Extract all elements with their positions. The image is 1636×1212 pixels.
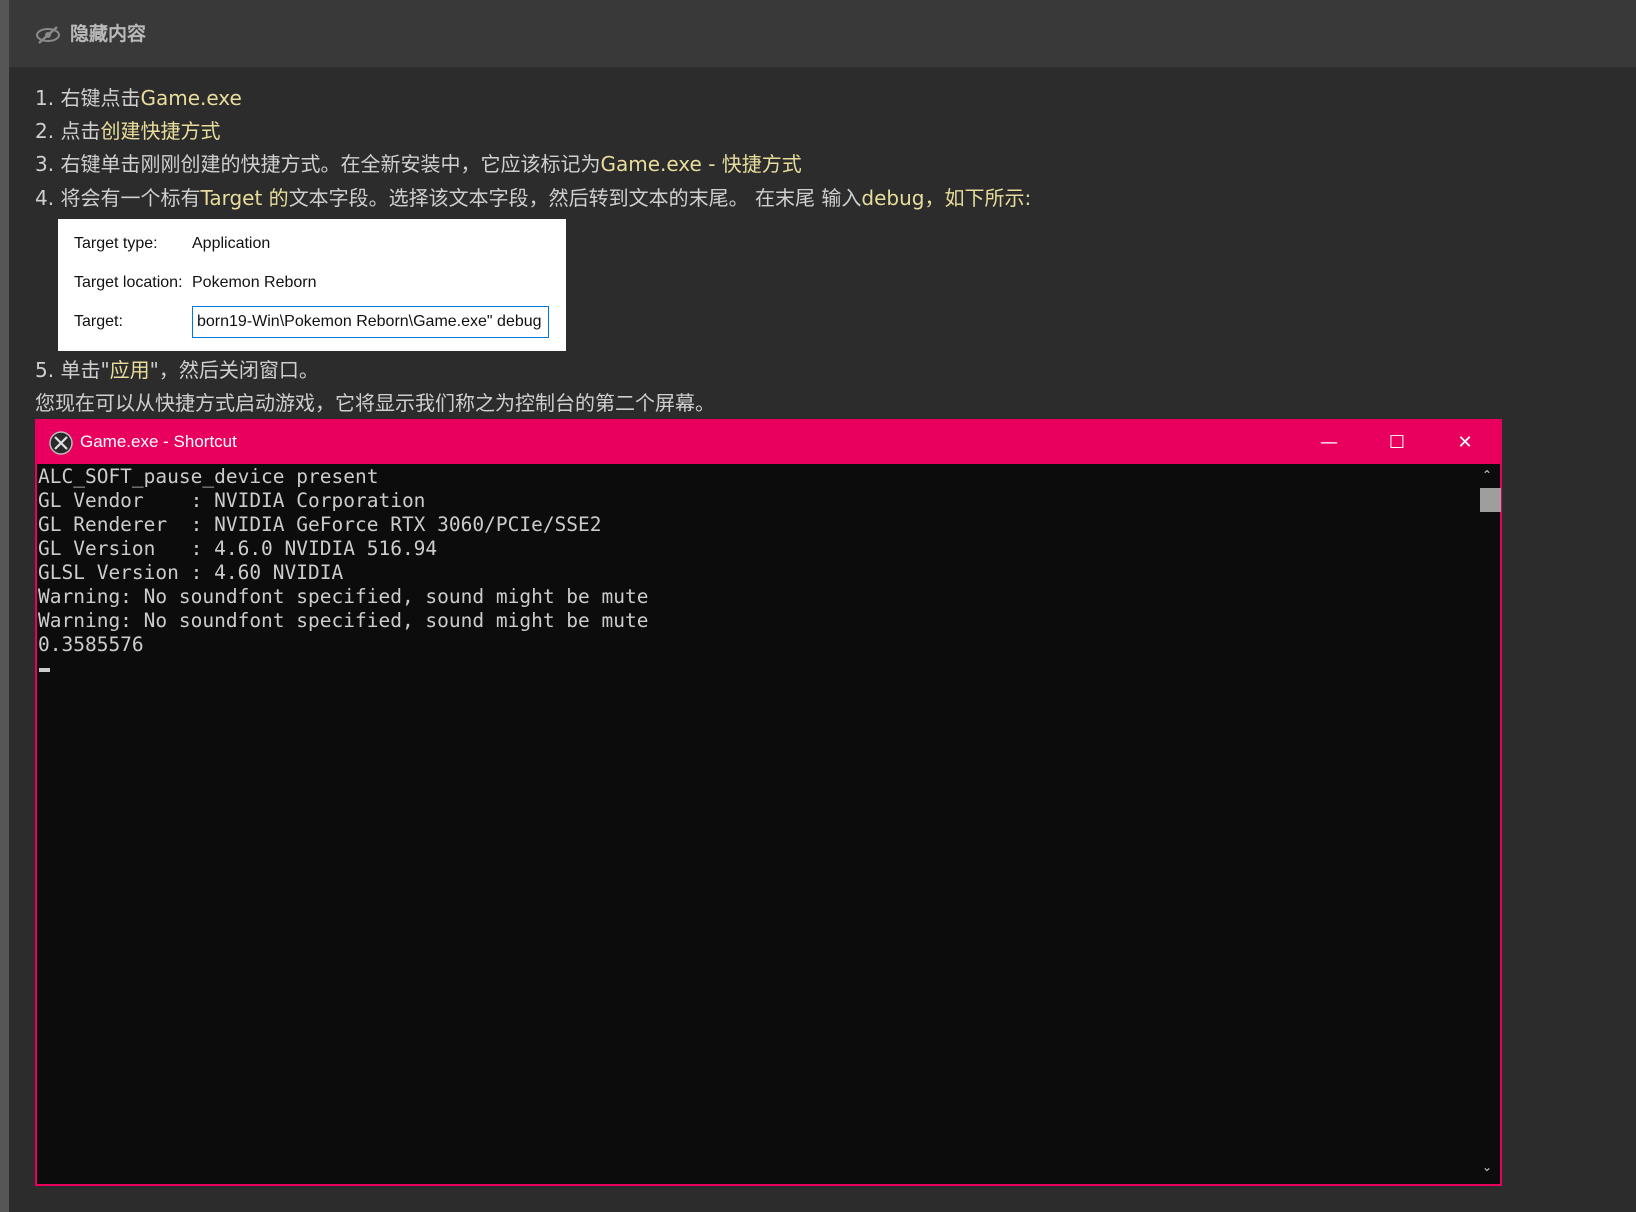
- step-1-text: 1. 右键点击: [35, 86, 141, 110]
- console-titlebar[interactable]: Game.exe - Shortcut — ☐ ✕: [37, 421, 1500, 464]
- target-label: Target:: [74, 313, 123, 330]
- console-scrollbar[interactable]: ⌃ ⌄: [1477, 464, 1501, 1184]
- shortcut-properties-image: Target type: Application Target location…: [58, 219, 566, 351]
- console-title: Game.exe - Shortcut: [80, 432, 237, 451]
- spoiler-title: 隐藏内容: [70, 23, 147, 45]
- scroll-down-icon[interactable]: ⌄: [1482, 1160, 1492, 1174]
- step-5: 5. 单击"应用"，然后关闭窗口。: [35, 355, 319, 385]
- step-3: 3. 右键单击刚刚创建的快捷方式。在全新安装中，它应该标记为Game.exe -…: [35, 149, 802, 179]
- game-app-icon: [49, 431, 73, 455]
- step-2-text: 2. 点击: [35, 119, 101, 143]
- target-type-value: Application: [192, 235, 271, 252]
- spoiler-container: 隐藏内容 1. 右键点击Game.exe 2. 点击创建快捷方式 3. 右键单击…: [9, 0, 1636, 1212]
- console-cursor: [39, 668, 50, 672]
- eye-slash-icon: [36, 26, 60, 44]
- step-5-text: 5. 单击": [35, 358, 110, 382]
- console-line: GLSL Version : 4.60 NVIDIA: [38, 561, 344, 584]
- step-3-highlight: Game.exe - 快捷方式: [600, 152, 802, 176]
- step-4-highlight-target: Target 的: [200, 186, 289, 210]
- console-line: ALC_SOFT_pause_device present: [38, 465, 379, 488]
- step-1-highlight: Game.exe: [140, 86, 242, 110]
- spoiler-content: 1. 右键点击Game.exe 2. 点击创建快捷方式 3. 右键单击刚刚创建的…: [9, 67, 1636, 1212]
- step-2-highlight: 创建快捷方式: [100, 119, 221, 143]
- close-button[interactable]: ✕: [1431, 421, 1499, 464]
- target-location-value: Pokemon Reborn: [192, 274, 317, 291]
- step-5-suffix: "，然后关闭窗口。: [149, 358, 319, 382]
- target-type-label: Target type:: [74, 235, 158, 252]
- target-location-label: Target location:: [74, 274, 183, 291]
- console-window: Game.exe - Shortcut — ☐ ✕ ALC_SOFT_pause…: [35, 419, 1502, 1186]
- scroll-up-icon[interactable]: ⌃: [1482, 468, 1492, 482]
- step-4-text: 4. 将会有一个标有: [35, 186, 201, 210]
- console-lines: ALC_SOFT_pause_device present GL Vendor …: [38, 465, 648, 657]
- step-4-highlight-debug: debug: [861, 186, 925, 210]
- console-output[interactable]: ALC_SOFT_pause_device present GL Vendor …: [37, 464, 1477, 1184]
- step-4-text-mid: 文本字段。选择该文本字段，然后转到文本的末尾。 在末尾 输入: [288, 186, 862, 210]
- left-border: [0, 0, 9, 1212]
- step-5-highlight: 应用: [109, 358, 150, 382]
- minimize-button[interactable]: —: [1295, 421, 1363, 464]
- console-note: 您现在可以从快捷方式启动游戏，它将显示我们称之为控制台的第二个屏幕。: [35, 391, 715, 415]
- console-line: GL Renderer : NVIDIA GeForce RTX 3060/PC…: [38, 513, 602, 536]
- target-field: born19-Win\Pokemon Reborn\Game.exe" debu…: [192, 306, 549, 338]
- scroll-thumb[interactable]: [1480, 488, 1501, 512]
- maximize-button[interactable]: ☐: [1363, 421, 1431, 464]
- console-line: GL Vendor : NVIDIA Corporation: [38, 489, 426, 512]
- spoiler-header[interactable]: 隐藏内容: [9, 0, 1636, 67]
- console-line: Warning: No soundfont specified, sound m…: [38, 609, 649, 632]
- step-4-text-suffix: ，如下所示:: [924, 186, 1032, 210]
- step-2: 2. 点击创建快捷方式: [35, 116, 220, 146]
- step-1: 1. 右键点击Game.exe: [35, 83, 242, 113]
- step-4: 4. 将会有一个标有Target 的文本字段。选择该文本字段，然后转到文本的末尾…: [35, 183, 1031, 213]
- console-line: Warning: No soundfont specified, sound m…: [38, 585, 649, 608]
- console-line: GL Version : 4.6.0 NVIDIA 516.94: [38, 537, 438, 560]
- console-line: 0.3585576: [38, 633, 144, 656]
- step-3-text: 3. 右键单击刚刚创建的快捷方式。在全新安装中，它应该标记为: [35, 152, 601, 176]
